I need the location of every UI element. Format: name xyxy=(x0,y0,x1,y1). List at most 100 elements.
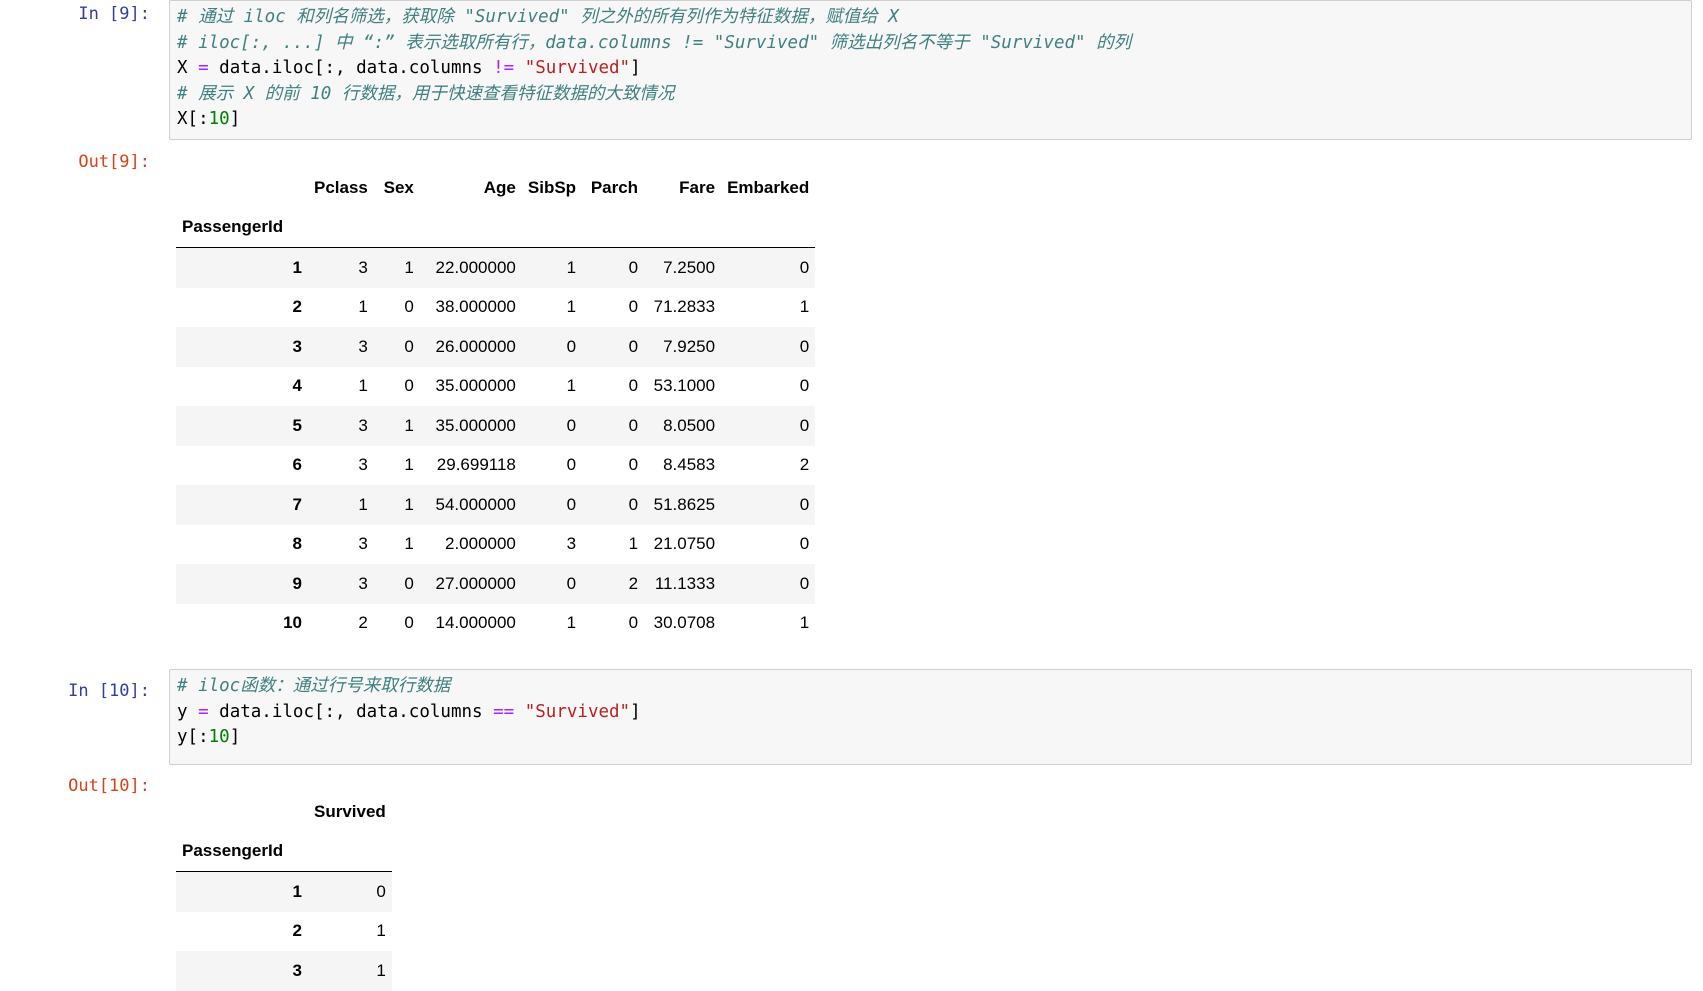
table-cell: 35.000000 xyxy=(435,415,516,435)
code-line: y = data.iloc[:, data.columns == "Surviv… xyxy=(177,701,641,722)
table-cell: 30.0708 xyxy=(653,613,716,633)
table-cell: 7.2500 xyxy=(663,257,716,277)
table-cell: 0 xyxy=(628,613,639,633)
table-row: 31 xyxy=(176,951,392,991)
table-cell: 1 xyxy=(404,494,414,514)
column-header-row: Survived xyxy=(176,792,392,832)
table-cell: 3 xyxy=(358,257,368,277)
row-index: 3 xyxy=(292,336,302,356)
table-cell: 0 xyxy=(404,297,414,317)
table-row: 5 3 1 35.000000 0 0 8.0500 0 xyxy=(176,406,816,446)
table-cell: 0 xyxy=(376,881,386,901)
table-cell: 26.000000 xyxy=(435,336,516,356)
code-comment-line: # 通过 iloc 和列名筛选，获取除 "Survived" 列之外的所有列作为… xyxy=(177,7,899,27)
row-index: 1 xyxy=(292,881,302,901)
table-cell: 0 xyxy=(628,494,639,514)
table-cell: 1 xyxy=(404,534,414,554)
code-cell-10[interactable]: # iloc函数：通过行号来取行数据 y = data.iloc[:, data… xyxy=(169,669,1692,765)
table-cell: 1 xyxy=(566,613,577,633)
table-cell: 0 xyxy=(566,336,577,356)
table-cell: 38.000000 xyxy=(435,297,516,317)
table-cell: 3 xyxy=(358,573,368,593)
table-cell: 21.0750 xyxy=(653,534,716,554)
table-cell: 1 xyxy=(628,534,639,554)
empty-header-cell xyxy=(420,208,522,248)
table-cell: 1 xyxy=(566,257,577,277)
column-header: Fare xyxy=(679,177,716,197)
table-cell: 0 xyxy=(628,455,639,475)
row-index: 10 xyxy=(283,613,302,633)
table-cell: 1 xyxy=(404,415,414,435)
empty-header-cell xyxy=(308,832,392,872)
empty-header-cell xyxy=(308,208,374,248)
output-prompt-10: Out[10]: xyxy=(68,776,150,796)
table-cell: 3 xyxy=(358,336,368,356)
table-cell: 0 xyxy=(799,494,810,514)
table-cell: 0 xyxy=(404,613,414,633)
column-header-row: Pclass Sex Age SibSp Parch Fare Embarked xyxy=(176,168,815,208)
row-index: 8 xyxy=(292,534,302,554)
table-cell: 0 xyxy=(799,415,810,435)
table-cell: 51.8625 xyxy=(653,494,716,514)
table-row: 3 3 0 26.000000 0 0 7.9250 0 xyxy=(176,327,816,367)
table-row: 7 1 1 54.000000 0 0 51.8625 0 xyxy=(176,485,816,525)
index-corner xyxy=(176,168,308,208)
table-cell: 1 xyxy=(376,960,386,980)
table-row: 9 3 0 27.000000 0 2 11.1333 0 xyxy=(176,564,816,604)
table-cell: 0 xyxy=(404,336,414,356)
index-name-row: PassengerId xyxy=(176,208,816,248)
table-cell: 0 xyxy=(628,257,639,277)
table-cell: 0 xyxy=(566,415,577,435)
table-cell: 0 xyxy=(799,534,810,554)
row-index: 6 xyxy=(292,455,302,475)
table-row: 8 3 1 2.000000 3 1 21.0750 0 xyxy=(176,525,815,565)
code-cell-9[interactable]: # 通过 iloc 和列名筛选，获取除 "Survived" 列之外的所有列作为… xyxy=(169,0,1692,140)
table-cell: 22.000000 xyxy=(435,257,516,277)
input-prompt-10: In [10]: xyxy=(68,681,150,701)
table-cell: 8.4583 xyxy=(663,455,716,475)
table-cell: 3 xyxy=(358,415,368,435)
table-cell: 0 xyxy=(799,376,810,396)
table-cell: 0 xyxy=(628,336,639,356)
table-cell: 0 xyxy=(628,297,639,317)
table-cell: 3 xyxy=(358,455,368,475)
empty-header-cell xyxy=(582,208,644,248)
table-cell: 0 xyxy=(566,455,577,475)
row-index: 7 xyxy=(292,494,302,514)
column-header: Survived xyxy=(314,801,386,821)
table-row: 2 1 0 38.000000 1 0 71.2833 1 xyxy=(176,288,815,328)
table-cell: 1 xyxy=(358,376,368,396)
input-prompt-9: In [9]: xyxy=(78,4,150,24)
dataframe-output-9: Pclass Sex Age SibSp Parch Fare Embarked Passen… xyxy=(176,168,816,643)
empty-header-cell xyxy=(374,208,420,248)
code-line: y[:10] xyxy=(177,727,241,747)
table-cell: 3 xyxy=(566,534,577,554)
table-cell: 8.0500 xyxy=(663,415,716,435)
table-cell: 27.000000 xyxy=(435,573,516,593)
row-index: 5 xyxy=(292,415,302,435)
table-cell: 0 xyxy=(799,257,810,277)
table-cell: 35.000000 xyxy=(435,376,516,396)
code-comment-line: # iloc[:, ...] 中 “:” 表示选取所有行，data.column… xyxy=(177,32,1132,53)
table-cell: 0 xyxy=(799,573,810,593)
index-corner xyxy=(176,792,308,832)
output-prompt-9: Out[9]: xyxy=(78,152,150,172)
table-cell: 1 xyxy=(404,455,414,475)
table-cell: 0 xyxy=(628,376,639,396)
table-row: 1 3 1 22.000000 1 0 7.2500 0 xyxy=(176,247,816,288)
table-cell: 7.9250 xyxy=(663,336,716,356)
empty-header-cell xyxy=(522,208,582,248)
index-name: PassengerId xyxy=(182,217,284,237)
code-line: X[:10] xyxy=(177,109,241,129)
table-cell: 71.2833 xyxy=(653,297,716,317)
code-comment-line: # iloc函数：通过行号来取行数据 xyxy=(177,676,451,696)
table-cell: 1 xyxy=(566,297,577,317)
table-cell: 0 xyxy=(404,376,414,396)
table-cell: 0 xyxy=(566,494,577,514)
table-row: 6 3 1 29.699118 0 0 8.4583 2 xyxy=(176,446,815,486)
row-index: 9 xyxy=(292,573,302,593)
table-cell: 29.699118 xyxy=(436,455,516,475)
table-cell: 53.1000 xyxy=(653,376,716,396)
table-cell: 1 xyxy=(566,376,577,396)
row-index: 3 xyxy=(292,960,302,980)
